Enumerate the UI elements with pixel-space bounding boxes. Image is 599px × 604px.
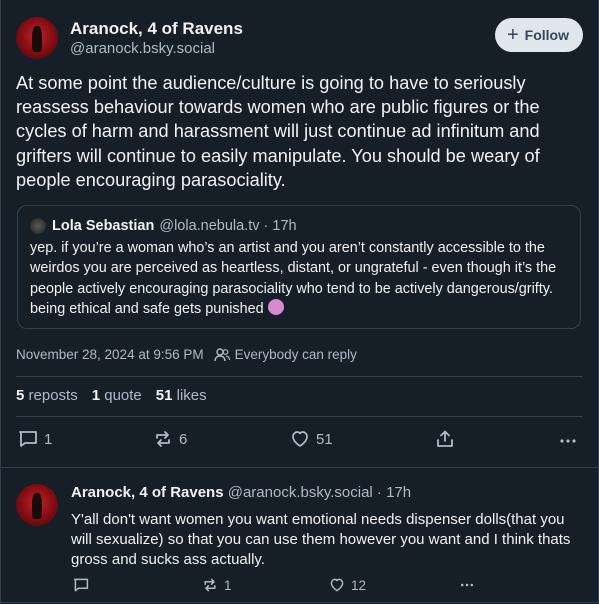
- follow-button[interactable]: + Follow: [494, 18, 583, 52]
- thread-separator: [0, 467, 599, 468]
- post-timestamp: November 28, 2024 at 9:56 PM: [16, 347, 204, 362]
- people-icon: [213, 347, 230, 361]
- repost-count: 6: [179, 430, 188, 448]
- quoted-post[interactable]: Lola Sebastian @lola.nebula.tv · 17h yep…: [17, 205, 581, 329]
- more-button[interactable]: [558, 431, 578, 451]
- shrug-emoji-icon: [267, 299, 284, 316]
- reply-reply-button[interactable]: [73, 577, 89, 593]
- reply-like-button[interactable]: 12: [329, 577, 366, 593]
- quote-handle-time: @lola.nebula.tv · 17h: [159, 218, 297, 234]
- reply-action-bar: 1 12: [71, 577, 491, 595]
- reply-like-count: 12: [351, 577, 367, 593]
- reply-header: Aranock, 4 of Ravens @aranock.bsky.socia…: [71, 484, 411, 501]
- likes-stat[interactable]: 51 likes: [156, 387, 207, 404]
- reply-icon: [19, 431, 37, 447]
- reply-count: 1: [44, 430, 53, 448]
- more-icon: [460, 583, 474, 587]
- quote-text: yep. if you’re a woman who’s an artist a…: [30, 240, 557, 318]
- reply-more-button[interactable]: [458, 577, 476, 593]
- author-display-name[interactable]: Aranock, 4 of Ravens: [70, 18, 243, 39]
- plus-icon: +: [506, 24, 519, 46]
- quotes-stat[interactable]: 1 quote: [92, 387, 142, 404]
- reply-repost-button[interactable]: 1: [202, 577, 232, 593]
- reply-text: Y'all don't want women you want emotiona…: [71, 511, 571, 568]
- quote-header: Lola Sebastian @lola.nebula.tv · 17h: [30, 218, 568, 234]
- post-text: At some point the audience/culture is go…: [16, 73, 540, 190]
- post-meta: November 28, 2024 at 9:56 PM Everybody c…: [16, 347, 357, 362]
- divider: [16, 376, 583, 377]
- author-block: Aranock, 4 of Ravens @aranock.bsky.socia…: [70, 18, 243, 58]
- reply-setting: Everybody can reply: [213, 347, 357, 362]
- share-button[interactable]: [435, 429, 455, 449]
- reply-setting-label: Everybody can reply: [234, 347, 357, 362]
- follow-label: Follow: [524, 27, 569, 43]
- post-stats: 5 reposts 1 quote 51 likes: [16, 387, 207, 404]
- quote-avatar: [30, 218, 46, 234]
- share-icon: [437, 430, 453, 447]
- repost-icon: [156, 431, 170, 447]
- reply-handle-time: @aranock.bsky.social · 17h: [227, 484, 412, 501]
- avatar[interactable]: [16, 17, 58, 59]
- quote-text-wrap: yep. if you’re a woman who’s an artist a…: [30, 238, 568, 320]
- like-count: 51: [316, 430, 333, 448]
- reply-icon: [73, 578, 89, 592]
- reply-button[interactable]: 1: [18, 429, 52, 449]
- reposts-stat[interactable]: 5 reposts: [16, 387, 78, 404]
- reply-display-name[interactable]: Aranock, 4 of Ravens: [71, 484, 224, 501]
- post-action-bar: 1 6 51: [16, 429, 582, 453]
- quote-display-name: Lola Sebastian: [52, 218, 155, 234]
- repost-icon: [204, 578, 216, 592]
- like-icon: [292, 431, 308, 447]
- author-handle[interactable]: @aranock.bsky.social: [70, 39, 243, 58]
- post-header: Aranock, 4 of Ravens @aranock.bsky.socia…: [16, 16, 583, 60]
- more-icon: [560, 439, 576, 443]
- reply-avatar[interactable]: [16, 484, 58, 526]
- divider: [16, 416, 583, 417]
- repost-button[interactable]: 6: [153, 429, 187, 449]
- reply-repost-count: 1: [224, 577, 232, 593]
- like-button[interactable]: 51: [290, 429, 333, 449]
- like-icon: [330, 578, 344, 592]
